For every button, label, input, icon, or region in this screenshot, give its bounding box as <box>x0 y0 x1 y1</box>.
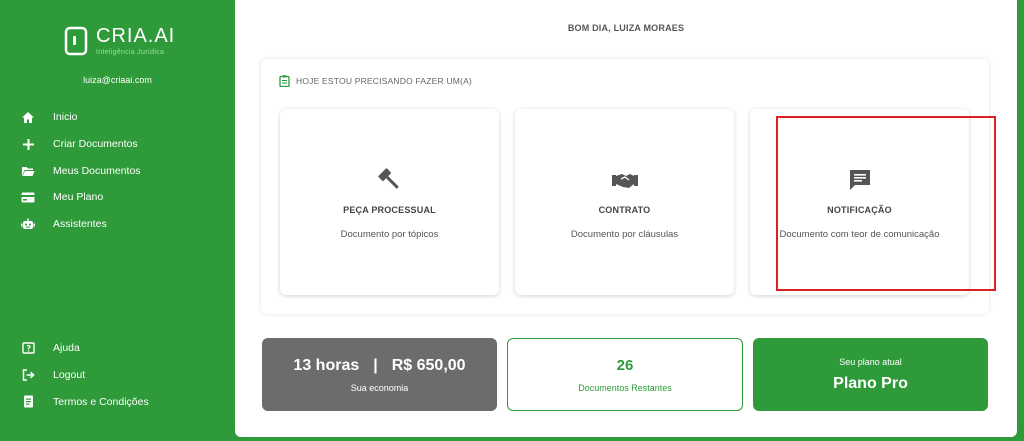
sidebar-item-label: Termos e Condições <box>53 395 149 408</box>
sidebar: CRIA.AI Inteligência Jurídica luiza@cria… <box>0 0 235 441</box>
sidebar-item-termos[interactable]: Termos e Condições <box>0 388 235 415</box>
documents-remaining-card: 26 Documentos Restantes <box>507 338 743 411</box>
sidebar-item-label: Criar Documentos <box>53 138 138 151</box>
folder-icon <box>21 164 35 178</box>
document-type-panel: HOJE ESTOU PRECISANDO FAZER UM(A) PEÇA P… <box>261 59 996 314</box>
plan-name: Plano Pro <box>833 374 908 392</box>
card-description: Documento por tópicos <box>340 229 439 240</box>
brand-name: CRIA.AI <box>96 25 176 47</box>
card-description: Documento com teor de comunicação <box>779 229 940 240</box>
card-peca-processual[interactable]: PEÇA PROCESSUAL Documento por tópicos <box>280 109 499 295</box>
home-icon <box>21 110 35 124</box>
logout-icon <box>21 368 35 382</box>
economy-value: R$ 650,00 <box>391 356 466 374</box>
handshake-icon <box>610 165 640 195</box>
panel-title: HOJE ESTOU PRECISANDO FAZER UM(A) <box>296 76 472 86</box>
documents-count: 26 <box>616 356 634 374</box>
user-email: luiza@criaai.com <box>83 75 152 85</box>
greeting: BOM DIA, LUIZA MORAES <box>567 23 685 33</box>
card-title: PEÇA PROCESSUAL <box>343 205 436 215</box>
card-description: Documento por cláusulas <box>570 229 679 240</box>
sidebar-item-assistentes[interactable]: Assistentes <box>0 211 235 238</box>
economy-card: 13 horas | R$ 650,00 Sua economia <box>262 338 497 411</box>
plan-label: Seu plano atual <box>839 356 902 367</box>
sidebar-item-criar-documentos[interactable]: Criar Documentos <box>0 131 235 158</box>
sidebar-bottom-nav: Ajuda Logout Termos e Condições <box>0 335 235 415</box>
brand-logo[interactable]: CRIA.AI Inteligência Jurídica <box>64 26 175 56</box>
main-content: BOM DIA, LUIZA MORAES HOJE ESTOU PRECISA… <box>235 0 1017 437</box>
help-icon <box>21 341 35 355</box>
sidebar-item-label: Inicio <box>53 111 78 124</box>
clipboard-icon <box>279 75 290 87</box>
card-title: NOTIFICAÇÃO <box>827 205 892 215</box>
sidebar-item-label: Meus Documentos <box>53 164 141 177</box>
documents-label: Documentos Restantes <box>578 382 672 393</box>
robot-icon <box>21 217 35 231</box>
sidebar-item-label: Meu Plano <box>53 191 104 204</box>
sidebar-item-logout[interactable]: Logout <box>0 362 235 389</box>
economy-separator: | <box>373 356 378 374</box>
card-contrato[interactable]: CONTRATO Documento por cláusulas <box>515 109 734 295</box>
brand-tagline: Inteligência Jurídica <box>96 49 165 56</box>
sidebar-item-inicio[interactable]: Inicio <box>0 104 235 131</box>
logo-icon <box>64 26 88 56</box>
sidebar-item-ajuda[interactable]: Ajuda <box>0 335 235 362</box>
sidebar-item-label: Logout <box>53 369 86 382</box>
economy-label: Sua economia <box>350 382 409 393</box>
sidebar-item-meu-plano[interactable]: Meu Plano <box>0 184 235 211</box>
right-edge-strip <box>1017 0 1024 441</box>
sidebar-item-label: Ajuda <box>53 342 80 355</box>
plus-icon <box>21 137 35 151</box>
sidebar-item-label: Assistentes <box>53 218 107 231</box>
message-icon <box>845 165 875 195</box>
gavel-icon <box>375 165 405 195</box>
document-icon <box>21 395 35 409</box>
economy-hours: 13 horas <box>293 356 360 374</box>
panel-header: HOJE ESTOU PRECISANDO FAZER UM(A) <box>279 75 472 87</box>
card-notificacao[interactable]: NOTIFICAÇÃO Documento com teor de comuni… <box>750 109 969 295</box>
current-plan-card[interactable]: Seu plano atual Plano Pro <box>753 338 988 411</box>
sidebar-item-meus-documentos[interactable]: Meus Documentos <box>0 157 235 184</box>
sidebar-nav: Inicio Criar Documentos Meus Documentos … <box>0 104 235 237</box>
card-title: CONTRATO <box>598 205 651 215</box>
credit-card-icon <box>21 190 35 204</box>
